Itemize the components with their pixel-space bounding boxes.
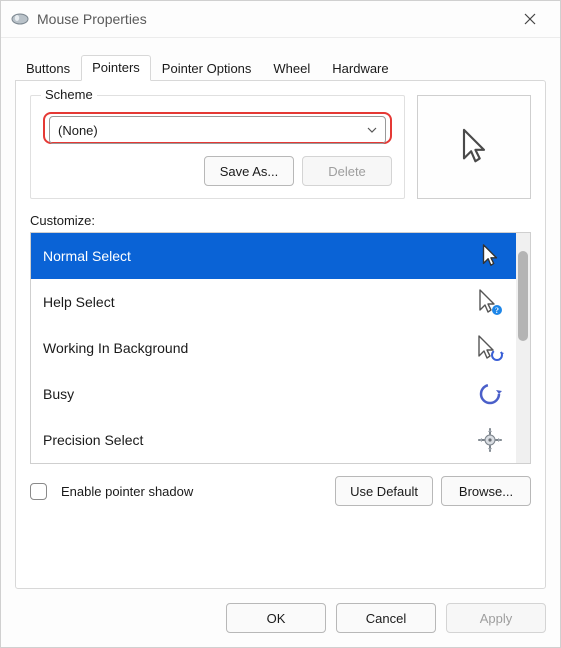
lower-options-row: Enable pointer shadow Use Default Browse… [30,476,531,506]
browse-button[interactable]: Browse... [441,476,531,506]
save-as-button[interactable]: Save As... [204,156,294,186]
scheme-selected-value: (None) [58,123,367,138]
list-item-label: Precision Select [43,432,143,448]
pointer-preview [417,95,531,199]
list-item[interactable]: Working In Background [31,325,516,371]
tab-pointers[interactable]: Pointers [81,55,151,81]
enable-pointer-shadow-label: Enable pointer shadow [61,484,193,499]
cursor-list-inner[interactable]: Normal Select Help Select [31,233,516,463]
dialog-buttons: OK Cancel Apply [1,589,560,647]
cancel-button[interactable]: Cancel [336,603,436,633]
scheme-combobox[interactable]: (None) [49,116,386,144]
titlebar: Mouse Properties [1,1,560,38]
tab-hardware[interactable]: Hardware [321,56,399,81]
window-title: Mouse Properties [37,11,508,27]
scheme-group-label: Scheme [41,87,97,102]
tab-panel-pointers: Scheme (None) Save As... Delete [15,80,546,589]
cursor-list: Normal Select Help Select [30,232,531,464]
list-item-label: Normal Select [43,248,131,264]
ok-button[interactable]: OK [226,603,326,633]
mouse-icon [11,13,29,25]
scheme-group: Scheme (None) Save As... Delete [30,95,405,199]
cursor-help-icon: ? [476,288,504,316]
tab-buttons[interactable]: Buttons [15,56,81,81]
use-default-button[interactable]: Use Default [335,476,433,506]
chevron-down-icon [367,127,377,133]
cursor-precision-icon [476,426,504,454]
list-item[interactable]: Normal Select [31,233,516,279]
scrollbar-thumb[interactable] [518,251,528,341]
cursor-arrow-icon [476,242,504,270]
enable-pointer-shadow-checkbox[interactable] [30,483,47,500]
list-item-label: Help Select [43,294,115,310]
mouse-properties-window: Mouse Properties Buttons Pointers Pointe… [0,0,561,648]
list-item-label: Busy [43,386,74,402]
scheme-combo-highlight: (None) [43,112,392,144]
tab-wheel[interactable]: Wheel [262,56,321,81]
cursor-arrow-icon [458,127,490,167]
svg-text:?: ? [495,306,499,315]
delete-button: Delete [302,156,392,186]
list-item[interactable]: Precision Select [31,417,516,463]
list-scrollbar[interactable] [516,233,530,463]
scheme-buttons: Save As... Delete [43,156,392,186]
cursor-busy-icon [476,380,504,408]
dialog-body: Buttons Pointers Pointer Options Wheel H… [1,38,560,589]
tab-pointer-options[interactable]: Pointer Options [151,56,263,81]
tab-strip: Buttons Pointers Pointer Options Wheel H… [15,52,546,80]
close-button[interactable] [508,3,552,35]
list-item[interactable]: Busy [31,371,516,417]
apply-button: Apply [446,603,546,633]
list-item[interactable]: Help Select ? [31,279,516,325]
cursor-working-icon [476,334,504,362]
list-item-label: Working In Background [43,340,188,356]
scheme-row: Scheme (None) Save As... Delete [30,95,531,199]
customize-label: Customize: [30,213,531,228]
